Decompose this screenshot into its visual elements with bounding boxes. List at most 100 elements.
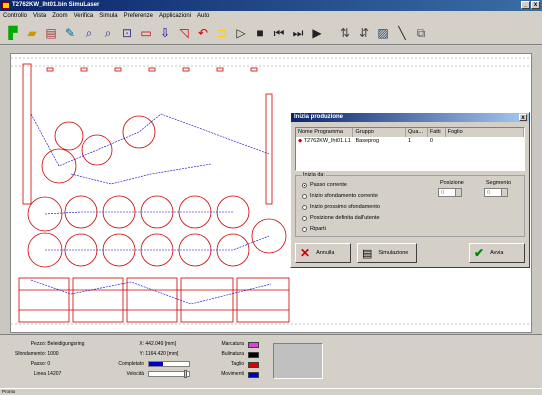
position-value: 0 <box>441 190 445 196</box>
menu-controllo[interactable]: Controllo <box>3 11 27 21</box>
progress-fill <box>149 362 163 366</box>
zoom-in-icon[interactable]: ⌕ <box>81 25 97 41</box>
position-spinner[interactable]: 0 <box>438 188 462 197</box>
segment-spinner[interactable]: 0 <box>484 188 508 197</box>
program-list-header: Nome Programma Gruppo Qua... Fatti Fogli… <box>296 128 524 137</box>
check-icon: ✔ <box>474 246 485 260</box>
line-value: 14207 <box>47 371 62 377</box>
segment-label: Segmento <box>486 180 512 186</box>
simulation-icon: ▤ <box>362 247 373 260</box>
open-folder-icon[interactable]: ▰ <box>24 25 40 41</box>
radio-label: Passo corrente <box>310 182 347 188</box>
part-preview <box>273 343 323 379</box>
program-sheet <box>446 137 524 146</box>
burning-label: Bulinatura <box>221 351 244 357</box>
radio-restart[interactable]: Riparti <box>302 226 326 232</box>
x-label: X: <box>139 341 144 347</box>
menu-simula[interactable]: Simula <box>99 11 117 21</box>
minimize-button[interactable]: _ <box>521 1 530 9</box>
sheet-icon[interactable]: ▤ <box>43 25 59 41</box>
pierce-label: Sfondamento: <box>14 351 46 357</box>
status-bar: Pronto <box>0 388 542 394</box>
menu-bar: Controllo Vista Zoom Verifica Simula Pre… <box>0 11 542 21</box>
zoom-window-icon[interactable]: ⊡ <box>119 25 135 41</box>
program-group: Baseprog <box>355 138 380 144</box>
radio-label: Riparti <box>310 226 326 232</box>
repeat-icon[interactable]: ⊐ <box>214 25 230 41</box>
step-forward-icon[interactable]: ▶ <box>309 25 325 41</box>
move-label: Movimenti <box>221 371 244 377</box>
radio-dot <box>302 226 307 232</box>
app-icon <box>2 2 10 9</box>
radio-next-pierce[interactable]: Inizio prossimo sfondamento <box>302 204 380 210</box>
radio-dot <box>302 193 307 199</box>
edit-parts-icon[interactable]: ✎ <box>62 25 78 41</box>
step-cut-icon[interactable]: ▭ <box>138 25 154 41</box>
marking-color-swatch <box>248 342 259 348</box>
line-icon[interactable]: ╲ <box>394 25 410 41</box>
step-back-icon[interactable]: ⏭ <box>290 25 306 41</box>
menu-auto[interactable]: Auto <box>197 11 209 21</box>
cut-color-swatch <box>248 362 259 368</box>
zoom-out-icon[interactable]: ⌕ <box>100 25 116 41</box>
window-title: T2762KW_lht01.bin SimuLaser <box>12 2 100 8</box>
segment-value: 0 <box>487 190 491 196</box>
title-bar: T2762KW_lht01.bin SimuLaser _ x <box>0 0 542 11</box>
menu-applicazioni[interactable]: Applicazioni <box>159 11 191 21</box>
step-label: Passo: <box>30 361 46 367</box>
table-row[interactable]: ◆ T2762KW_lht01.L1 Baseprog 1 0 <box>296 137 524 146</box>
radio-current-step[interactable]: Passo corrente <box>302 182 347 188</box>
canvas-area: Inizia produzione x Nome Programma Grupp… <box>0 46 542 334</box>
column-done[interactable]: Fatti <box>428 128 446 137</box>
completed-progress-bar <box>148 361 190 367</box>
drawing-icon[interactable]: ▨ <box>375 25 391 41</box>
menu-zoom[interactable]: Zoom <box>52 11 67 21</box>
menu-vista[interactable]: Vista <box>33 11 46 21</box>
radio-user-position[interactable]: Posizione definita dall'utente <box>302 215 380 221</box>
play-icon[interactable]: ▷ <box>233 25 249 41</box>
simulate-label: Simulazione <box>378 250 409 256</box>
y-value: 1164.420 [mm] <box>145 351 179 357</box>
column-sheet[interactable]: Foglio <box>446 128 524 137</box>
arc-move-icon[interactable]: ↶ <box>195 25 211 41</box>
simulate-button[interactable]: ▤ Simulazione <box>357 243 417 263</box>
report-icon[interactable]: ⧉ <box>413 25 429 41</box>
cancel-button[interactable]: ✕ Annulla <box>295 243 351 263</box>
start-button[interactable]: ✔ Avvia <box>469 243 525 263</box>
status-panel: Pezzo: Beleidigungsring Sfondamento: 100… <box>0 334 542 388</box>
go-start-icon[interactable]: ⏮ <box>271 25 287 41</box>
y-label: Y: <box>139 351 144 357</box>
tool-setup-icon[interactable]: ▛ <box>5 25 21 41</box>
column-program-name[interactable]: Nome Programma <box>296 128 354 137</box>
cancel-label: Annulla <box>316 250 335 256</box>
radio-current-pierce[interactable]: Inizio sfondamento corrente <box>302 193 378 199</box>
column-quantity[interactable]: Qua... <box>406 128 428 137</box>
start-production-dialog: Inizia produzione x Nome Programma Grupp… <box>290 112 530 268</box>
cut-label: Taglio <box>230 361 244 367</box>
step-down-icon[interactable]: ⇩ <box>157 25 173 41</box>
radio-dot <box>302 204 307 210</box>
radio-dot <box>302 182 307 188</box>
dialog-title: Inizia produzione x <box>291 113 529 122</box>
program-name: T2762KW_lht01.L1 <box>303 138 351 144</box>
completed-label: Completato <box>118 361 144 367</box>
speed-slider[interactable] <box>148 370 190 378</box>
dialog-close-button[interactable]: x <box>519 114 527 121</box>
program-list[interactable]: Nome Programma Gruppo Qua... Fatti Fogli… <box>295 127 525 171</box>
rapid-move-icon[interactable]: ◹ <box>176 25 192 41</box>
slider-thumb-icon[interactable] <box>184 370 187 378</box>
menu-verifica[interactable]: Verifica <box>74 11 94 21</box>
priority-icon[interactable]: ⇵ <box>356 25 372 41</box>
stop-icon[interactable]: ■ <box>252 25 268 41</box>
menu-preferenze[interactable]: Preferenze <box>124 11 153 21</box>
radio-label: Inizio sfondamento corrente <box>310 193 378 199</box>
spinner-arrows-icon[interactable] <box>501 189 507 196</box>
column-group[interactable]: Gruppo <box>353 128 407 137</box>
radio-label: Posizione definita dall'utente <box>310 215 380 221</box>
marking-label: Marcatura <box>221 341 244 347</box>
sort-icon[interactable]: ⇅ <box>337 25 353 41</box>
close-button[interactable]: x <box>531 1 540 9</box>
position-label: Posizione <box>440 180 464 186</box>
radio-label: Inizio prossimo sfondamento <box>310 204 381 210</box>
spinner-arrows-icon[interactable] <box>455 189 461 196</box>
